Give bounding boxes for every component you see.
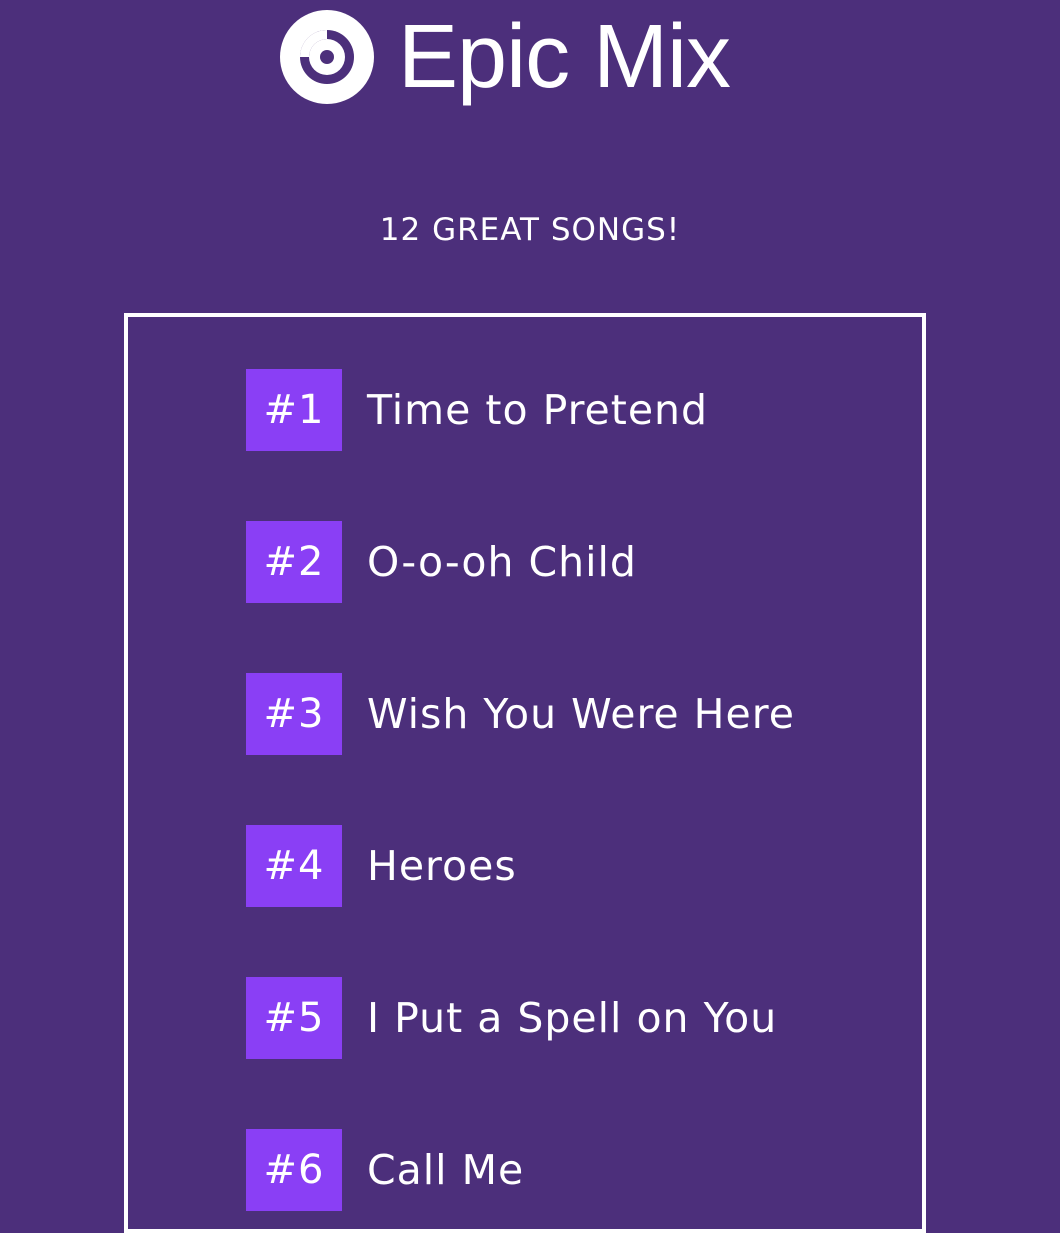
song-title: Call Me — [367, 1146, 525, 1194]
rank-badge: #2 — [246, 521, 342, 603]
song-item-1[interactable]: #1 Time to Pretend — [246, 369, 708, 451]
rank-badge: #5 — [246, 977, 342, 1059]
rank-badge: #3 — [246, 673, 342, 755]
song-item-6[interactable]: #6 Call Me — [246, 1129, 524, 1211]
song-item-5[interactable]: #5 I Put a Spell on You — [246, 977, 777, 1059]
song-title: I Put a Spell on You — [367, 994, 778, 1042]
rank-badge: #1 — [246, 369, 342, 451]
rank-badge: #4 — [246, 825, 342, 907]
song-title: Wish You Were Here — [367, 690, 795, 738]
song-item-2[interactable]: #2 O-o-oh Child — [246, 521, 637, 603]
song-item-3[interactable]: #3 Wish You Were Here — [246, 673, 795, 755]
song-item-4[interactable]: #4 Heroes — [246, 825, 517, 907]
disc-icon — [280, 10, 374, 104]
rank-badge: #6 — [246, 1129, 342, 1211]
song-title: Heroes — [367, 842, 517, 890]
song-title: Time to Pretend — [367, 386, 709, 434]
song-count-subtitle: 12 GREAT SONGS! — [379, 212, 681, 248]
page-title: Epic Mix — [398, 7, 731, 107]
song-title: O-o-oh Child — [367, 538, 637, 586]
header: Epic Mix — [0, 0, 1060, 120]
song-list: #1 Time to Pretend #2 O-o-oh Child #3 Wi… — [124, 313, 926, 1233]
